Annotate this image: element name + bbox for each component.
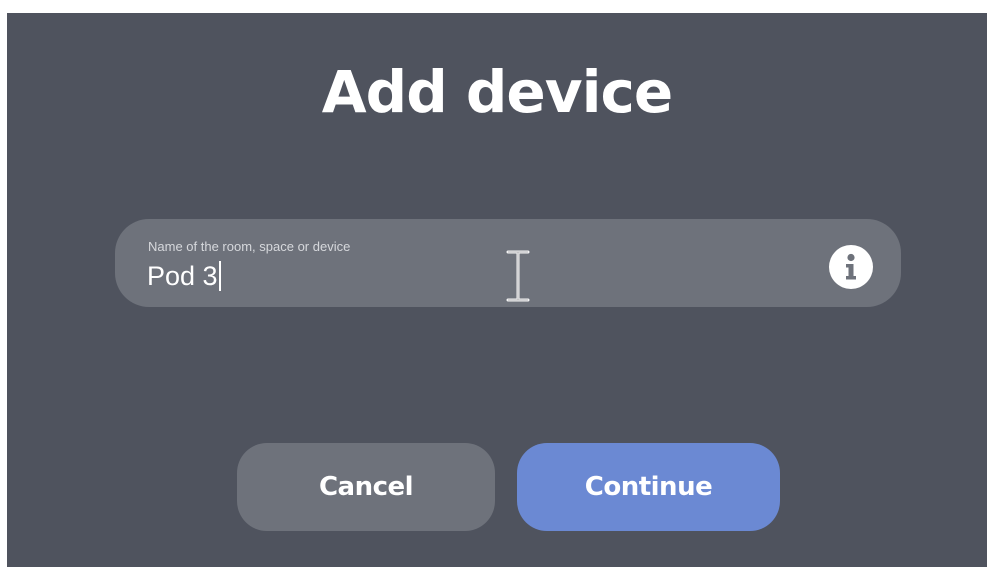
cancel-button[interactable]: Cancel bbox=[237, 443, 495, 531]
device-name-input[interactable]: Pod 3 bbox=[147, 259, 221, 293]
add-device-dialog: Add device Name of the room, space or de… bbox=[7, 13, 987, 567]
device-name-value: Pod 3 bbox=[147, 261, 218, 291]
device-name-field[interactable]: Name of the room, space or device Pod 3 bbox=[115, 219, 901, 307]
dialog-title: Add device bbox=[321, 58, 673, 126]
text-caret bbox=[218, 261, 221, 291]
continue-button[interactable]: Continue bbox=[517, 443, 780, 531]
device-name-label: Name of the room, space or device bbox=[148, 239, 351, 254]
info-icon[interactable] bbox=[829, 245, 873, 289]
text-cursor-icon bbox=[506, 250, 530, 302]
